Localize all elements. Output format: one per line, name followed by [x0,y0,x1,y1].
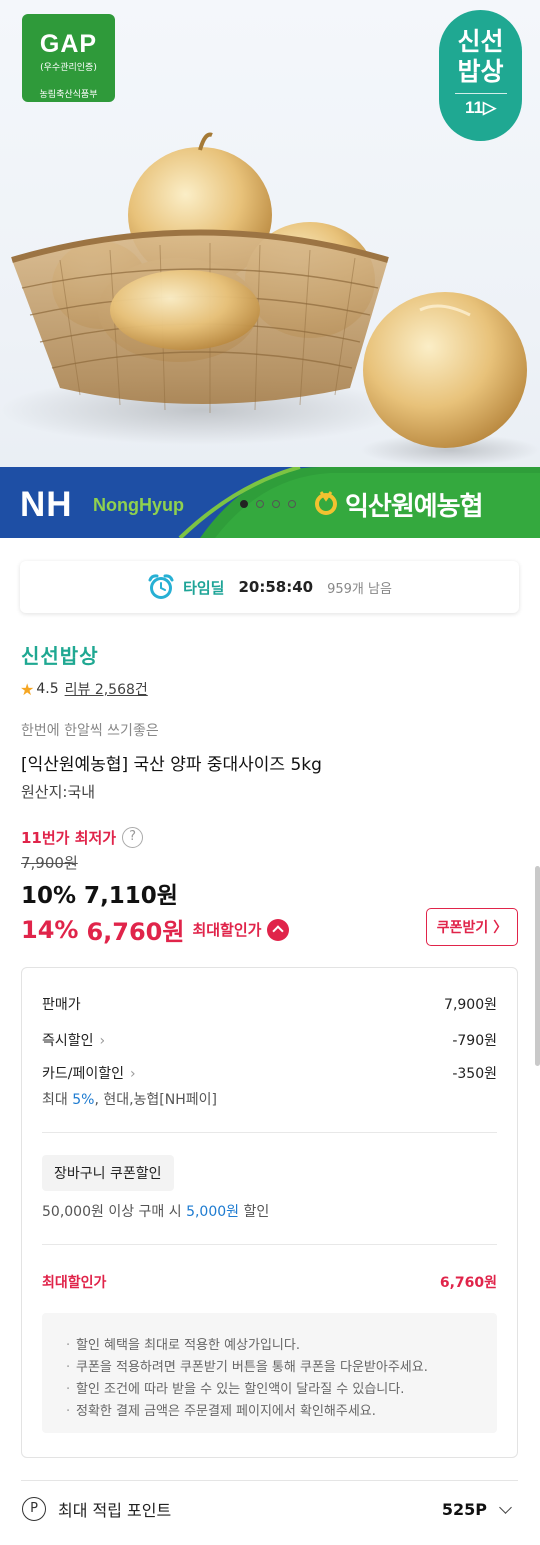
card-discount-note: 최대 5%, 현대,농협[NH페이] [42,1089,217,1109]
card-note-prefix: 최대 [42,1092,73,1108]
carousel-dot[interactable] [256,500,264,508]
carousel-dot[interactable] [272,500,280,508]
max-discount-label: 최대할인가 [192,921,262,939]
notice-item: 정확한 결제 금액은 주문결제 페이지에서 확인해주세요. [66,1401,497,1423]
time-deal-countdown: 20:58:40 [238,578,314,596]
seller-brand-link[interactable]: 신선밥상 [21,640,99,669]
onion-basket-photo [0,132,540,466]
cart-note-suffix: 할인 [239,1204,270,1220]
fresh-table-badge: 신선 밥상 11▷ [439,10,522,141]
instant-discount-row[interactable]: 즉시할인 › -790원 [42,1030,497,1050]
time-deal-remaining: 959개 남음 [327,581,392,597]
card-discount-label: 카드/페이할인 [42,1066,124,1082]
sell-price-label: 판매가 [42,997,81,1013]
sell-price-row: 판매가 7,900원 [42,994,497,1014]
max-points-row[interactable]: P 최대 적립 포인트 525P [22,1497,518,1521]
nh-logo: NH [20,485,73,524]
star-icon: ★ [20,679,35,699]
discount-notice-list: 할인 혜택을 최대로 적용한 예상가입니다. 쿠폰을 적용하려면 쿠폰받기 버튼… [42,1313,497,1433]
product-image-carousel[interactable]: GAP (우수관리인증) 농림축산식품부 신선 밥상 11▷ NH NongHy… [0,0,540,538]
rating-score: 4.5 [36,681,59,697]
cart-note-amount: 5,000원 [186,1204,240,1220]
carousel-indicator [240,500,296,508]
sell-price-value: 7,900원 [444,997,497,1013]
notice-item: 할인 혜택을 최대로 적용한 예상가입니다. [66,1335,497,1357]
help-question-icon[interactable]: ? [122,827,144,848]
scrollbar-thumb[interactable] [535,866,540,1066]
nonghyup-wordmark: NongHyup [93,495,184,515]
max-discount-row[interactable]: 14% 6,760원 최대할인가 [21,912,290,947]
divider [42,1244,497,1245]
rating-row: ★ 4.5 리뷰 2,568건 [20,679,148,699]
coop-name: 익산원예농협 [345,492,484,522]
chevron-up-icon[interactable] [267,918,290,941]
chevron-right-icon: › [130,1066,136,1082]
fresh-badge-logo: 11▷ [464,98,497,117]
max-discount-percent: 14% [21,915,79,944]
max-points-label: 최대 적립 포인트 [58,1501,172,1520]
coop-emblem-icon [315,491,337,515]
carousel-dot[interactable] [240,500,248,508]
time-deal-bar: 타임딜 20:58:40 959개 남음 [20,561,519,613]
max-discount-summary-value: 6,760원 [439,1275,497,1291]
gap-title: GAP [39,30,98,58]
sale-price: 10% 7,110원 [21,883,178,909]
alarm-clock-icon [148,574,174,599]
get-coupon-button[interactable]: 쿠폰받기 〉 [426,908,518,946]
lowest-price-label-row: 11번가 최저가 ? [21,827,144,848]
chevron-right-icon: › [99,1033,106,1049]
max-discount-summary-label: 최대할인가 [42,1275,107,1291]
cart-coupon-note: 50,000원 이상 구매 시 5,000원 할인 [42,1201,269,1221]
max-points-value: 525P [441,1499,487,1519]
max-discount-price: 6,760원 [86,918,185,946]
cart-coupon-tag: 장바구니 쿠폰할인 [42,1155,174,1191]
product-title: [익산원예농협] 국산 양파 중대사이즈 5kg [21,755,322,775]
divider [21,1480,518,1481]
review-count-link[interactable]: 리뷰 2,568건 [65,679,148,699]
cart-note-prefix: 50,000원 이상 구매 시 [42,1204,187,1220]
fresh-badge-divider [454,93,507,94]
notice-item: 쿠폰을 적용하려면 쿠폰받기 버튼을 통해 쿠폰을 다운받아주세요. [66,1357,497,1379]
product-origin: 원산지:국내 [21,783,96,801]
product-subtitle: 한번에 한알씩 쓰기좋은 [21,723,159,739]
fresh-badge-line1: 신선 [457,27,504,56]
fresh-badge-line2: 밥상 [457,57,504,86]
original-price: 7,900원 [21,854,78,872]
chevron-down-icon[interactable] [499,1500,512,1514]
price-breakdown-panel: 판매가 7,900원 즉시할인 › -790원 카드/페이할인 › -350원 최대… [21,967,518,1458]
card-discount-row[interactable]: 카드/페이할인 › -350원 [42,1063,497,1083]
instant-discount-label: 즉시할인 [42,1033,94,1049]
instant-discount-value: -790원 [452,1033,497,1049]
card-note-suffix: , 현대,농협[NH페이] [94,1092,217,1108]
point-icon: P [22,1497,46,1521]
gap-ministry: 농림축산식품부 [39,90,98,100]
card-note-percent: 5% [72,1092,95,1108]
lowest-price-label: 11번가 최저가 [21,829,117,847]
gap-certification-badge: GAP (우수관리인증) 농림축산식품부 [22,14,115,102]
time-deal-label: 타임딜 [183,578,225,597]
max-discount-summary-row: 최대할인가 6,760원 [42,1272,497,1292]
divider [42,1132,497,1133]
carousel-dot[interactable] [288,500,296,508]
notice-item: 할인 조건에 따라 받을 수 있는 할인액이 달라질 수 있습니다. [66,1379,497,1401]
gap-subtitle: (우수관리인증) [40,63,97,73]
card-discount-value: -350원 [452,1066,497,1082]
